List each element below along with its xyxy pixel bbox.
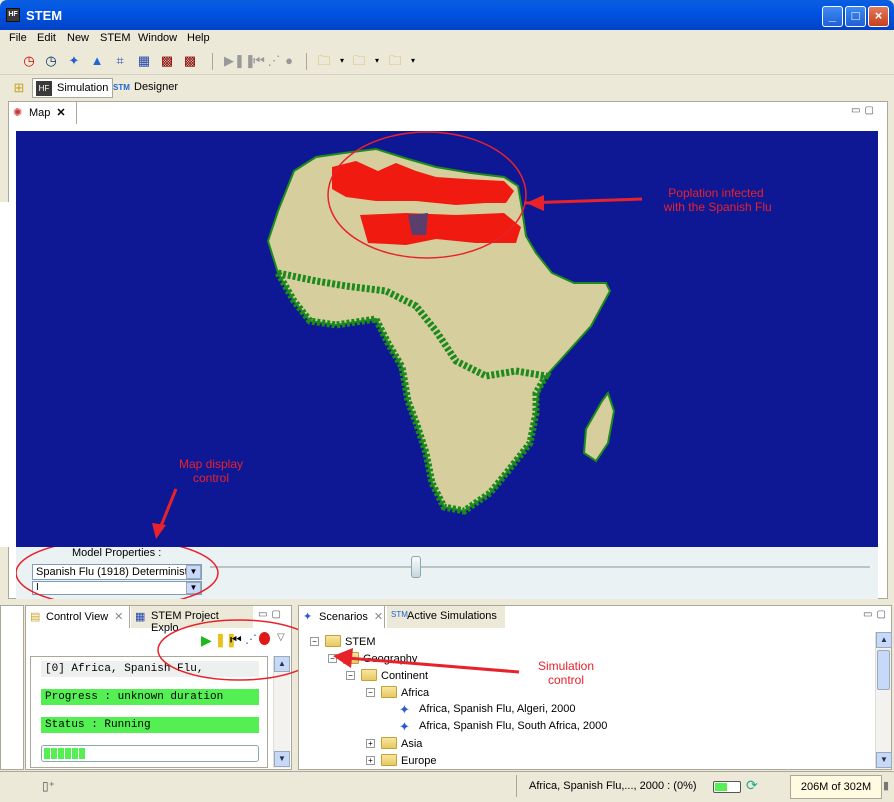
menu-new[interactable]: New [67,32,89,44]
tab-control-view-label: Control View [46,611,109,623]
chevron-down-icon[interactable]: ▾ [404,52,422,70]
perspective-simulation[interactable]: HF Simulation [32,78,114,98]
simulation-status-text: Status : Running [41,717,259,733]
perspective-simulation-label: Simulation [57,82,109,94]
tab-map[interactable]: ✺ Map ✕ [9,102,77,124]
heap-status-label: 206M of 302M [800,781,872,793]
open-folder-icon[interactable]: 🗀 [315,52,333,70]
menu-edit[interactable]: Edit [37,32,56,44]
perspective-designer[interactable]: STM Designer [110,78,182,98]
close-icon[interactable]: ✕ [56,107,65,119]
scroll-down-icon[interactable]: ▼ [274,751,290,767]
refresh-icon[interactable]: ⟳ [746,777,758,794]
model-properties-row: Model Properties : Spanish Flu (1918) De… [16,547,878,599]
minimize-button[interactable]: _ [822,6,843,27]
folder-icon[interactable]: 🗀 [386,52,404,70]
sim-control-arrow [333,648,520,674]
control-view-icon: ▤ [30,611,41,623]
project-icon: ▦ [135,611,146,623]
status-simulation: Africa, Spanish Flu,..., 2000 : (0%) [529,780,697,792]
menu-stem[interactable]: STEM [100,32,131,44]
scenario-icon[interactable]: ▩ [181,52,199,70]
copy-folder-icon[interactable]: 🗀 [350,52,368,70]
status-bar: ▯⁺ Africa, Spanish Flu,..., 2000 : (0%) … [0,771,894,802]
heap-status[interactable]: 206M of 302M [790,775,882,799]
open-perspective-icon[interactable]: ⊞ [10,79,28,97]
hf-icon: HF [36,81,52,96]
close-button[interactable]: × [868,6,889,27]
node-icon[interactable]: ✦ [65,52,83,70]
tab-control-view[interactable]: ▤ Control View ✕ [26,606,130,628]
control-view-panel: ▤ Control View ✕ ▦ STEM Project Explo ▭▢ … [25,605,321,770]
grid-icon[interactable]: ▦ [135,52,153,70]
status-separator [516,775,517,797]
close-icon[interactable]: ✕ [114,611,123,623]
fast-view-icon[interactable]: ▯⁺ [42,779,55,793]
app-icon: HF [6,8,20,22]
toolbar-separator [306,53,307,70]
triangle-icon[interactable]: ▲ [88,52,106,70]
maximize-button[interactable]: □ [845,6,866,27]
stop-icon[interactable]: ● [280,52,298,70]
annotation-map-display: Map display control [178,457,244,485]
perspective-designer-label: Designer [134,81,179,93]
map-canvas[interactable]: Poplation infected with the Spanish Flu … [16,131,878,547]
menu-bar: File Edit New STEM Window Help [0,30,894,48]
left-gutter [0,605,24,770]
status-progress-fill [715,783,727,791]
map-display-arrowhead [152,523,166,539]
map-left-border [0,202,16,547]
graph-icon[interactable]: ⌗ [111,52,129,70]
clock-red-icon[interactable]: ◷ [20,52,38,70]
model-icon[interactable]: ▩ [158,52,176,70]
simulation-progress-text: Progress : unknown duration [41,689,259,705]
annotation-sim-control: Simulation control [537,659,595,687]
menu-help[interactable]: Help [187,32,210,44]
main-toolbar: ◷ ◷ ✦ ▲ ⌗ ▦ ▩ ▩ ▶ ❚❚ ⏮ ⋰ ● 🗀 ▾ 🗀 ▾ 🗀 ▾ [0,48,894,75]
menu-window[interactable]: Window [138,32,177,44]
title-bar: HF STEM _ □ × [0,0,894,30]
menu-file[interactable]: File [9,32,27,44]
tab-map-label: Map [29,107,51,119]
simulation-progress-bar [41,745,259,762]
panel-controls[interactable]: ▭▢ [851,105,878,116]
stem-icon: STM [113,83,130,92]
map-icon: ✺ [13,107,23,119]
map-display-ellipse [16,547,219,599]
clock-icon[interactable]: ◷ [42,52,60,70]
scenarios-panel: ✦ Scenarios ✕ STM Active Simulations ▭▢ −… [298,605,892,770]
simulation-progress-fill [44,748,87,759]
window-title: STEM [26,8,63,23]
annotation-infected: Poplation infected with the Spanish Flu [663,186,772,214]
status-progress-bar [713,781,741,793]
garbage-collect-icon[interactable]: ▮ [883,779,889,792]
chevron-down-icon[interactable]: ▾ [333,52,351,70]
chevron-down-icon[interactable]: ▾ [368,52,386,70]
toolbar-separator [212,53,213,70]
perspective-bar: ⊞ HF Simulation STM Designer [0,76,894,100]
